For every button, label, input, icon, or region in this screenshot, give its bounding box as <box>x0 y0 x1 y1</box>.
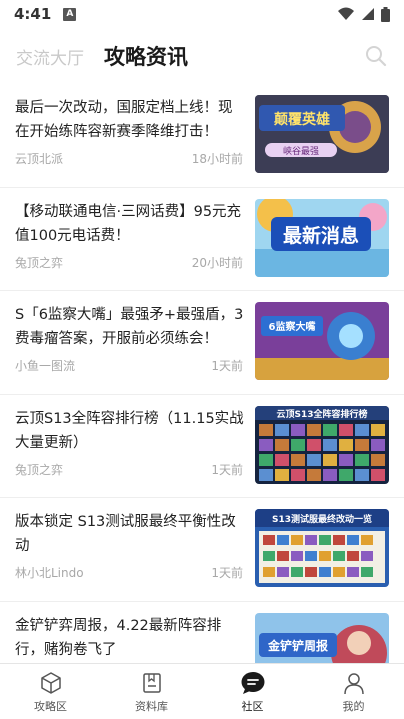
tab-database[interactable]: 资料库 <box>101 664 202 719</box>
article-thumbnail: S13测试服最终改动一览 <box>255 509 389 587</box>
article-title: 金铲铲弈周报，4.22最新阵容排行，赌狗卷飞了 <box>15 617 222 658</box>
article-item[interactable]: 云顶S13全阵容排行榜（11.15实战大量更新） 兔顶之弈 1天前 云顶S13全… <box>0 395 404 498</box>
battery-icon <box>381 6 390 22</box>
article-time: 18小时前 <box>191 152 243 166</box>
article-source: 小鱼一图流 <box>15 359 76 373</box>
chat-bubble-icon <box>241 672 264 694</box>
article-thumbnail: 云顶S13全阵容排行榜 <box>255 405 389 484</box>
signal-icon <box>362 8 374 20</box>
bottom-tab-bar: 攻略区 资料库 社区 我的 <box>0 663 404 719</box>
article-title: 最后一次改动，国服定档上线！现在开始练阵容新赛季降维打击！ <box>15 100 233 140</box>
article-meta: 小鱼一图流 1天前 <box>15 357 243 374</box>
thumb-subtext: 峡谷最强 <box>283 145 319 157</box>
article-item[interactable]: 【移动联通电信·三网话费】95元充值100元电话费！ 兔顶之弈 20小时前 最新… <box>0 188 404 291</box>
article-item[interactable]: S「6监察大嘴」最强矛+最强盾，3费毒瘤答案，开服前必须练会！ 小鱼一图流 1天… <box>0 291 404 395</box>
article-source: 兔顶之弈 <box>15 462 64 477</box>
tab-profile[interactable]: 我的 <box>303 664 404 719</box>
status-bar: 4:41 A <box>0 0 404 28</box>
search-button[interactable] <box>364 44 388 68</box>
article-item[interactable]: 最后一次改动，国服定档上线！现在开始练阵容新赛季降维打击！ 云顶北派 18小时前… <box>0 84 404 188</box>
article-thumbnail: 颠覆英雄 峡谷最强 <box>255 95 389 173</box>
tab-label: 攻略区 <box>34 700 67 713</box>
article-time: 1天前 <box>211 359 243 373</box>
article-meta: 兔顶之弈 20小时前 <box>15 254 243 271</box>
book-icon <box>142 673 161 693</box>
thumb-headline: 云顶S13全阵容排行榜 <box>276 408 367 420</box>
sim-icon: A <box>63 7 77 21</box>
article-item[interactable]: 版本锁定 S13测试服最终平衡性改动 林小北Lindo 1天前 S13测试服最终… <box>0 498 404 602</box>
tab-community-hall[interactable]: 交流大厅 <box>16 44 84 69</box>
article-title: 云顶S13全阵容排行榜（11.15实战大量更新） <box>15 410 244 451</box>
article-meta: 云顶北派 18小时前 <box>15 150 243 167</box>
article-title: 版本锁定 S13测试服最终平衡性改动 <box>15 514 236 554</box>
article-thumbnail: 6监察大嘴 <box>255 302 389 380</box>
tab-community[interactable]: 社区 <box>202 664 303 719</box>
article-meta: 林小北Lindo 1天前 <box>15 564 243 581</box>
tab-strategy-news[interactable]: 攻略资讯 <box>104 41 188 71</box>
thumb-headline: 颠覆英雄 <box>273 111 330 128</box>
tab-strategy[interactable]: 攻略区 <box>0 664 101 719</box>
tab-label: 资料库 <box>135 700 168 713</box>
article-source: 林小北Lindo <box>15 566 84 580</box>
article-meta: 兔顶之弈 1天前 <box>15 461 243 478</box>
article-thumbnail: 金铲铲周报 <box>255 612 389 663</box>
article-thumbnail: 最新消息 <box>255 198 389 277</box>
article-title: 【移动联通电信·三网话费】95元充值100元电话费！ <box>15 203 242 244</box>
cube-icon <box>40 672 61 694</box>
thumb-headline: S13测试服最终改动一览 <box>272 513 372 525</box>
thumb-headline: 6监察大嘴 <box>269 320 316 333</box>
thumb-headline: 金铲铲周报 <box>267 638 328 653</box>
article-title: S「6监察大嘴」最强矛+最强盾，3费毒瘤答案，开服前必须练会！ <box>15 307 244 347</box>
thumb-headline: 最新消息 <box>283 224 359 247</box>
status-time: 4:41 <box>14 5 52 23</box>
article-source: 兔顶之弈 <box>15 255 64 270</box>
article-item[interactable]: 金铲铲弈周报，4.22最新阵容排行，赌狗卷飞了 金铲铲周报 <box>0 602 404 663</box>
article-source: 云顶北派 <box>15 152 64 166</box>
article-time: 1天前 <box>211 462 243 477</box>
article-time: 1天前 <box>211 566 243 580</box>
article-time: 20小时前 <box>191 255 243 270</box>
tab-label: 社区 <box>241 700 264 713</box>
article-list: 最后一次改动，国服定档上线！现在开始练阵容新赛季降维打击！ 云顶北派 18小时前… <box>0 84 404 663</box>
wifi-icon <box>338 7 354 20</box>
person-icon <box>343 673 364 695</box>
top-header: 交流大厅 攻略资讯 <box>0 28 404 84</box>
tab-label: 我的 <box>342 700 365 713</box>
search-icon <box>366 46 387 67</box>
